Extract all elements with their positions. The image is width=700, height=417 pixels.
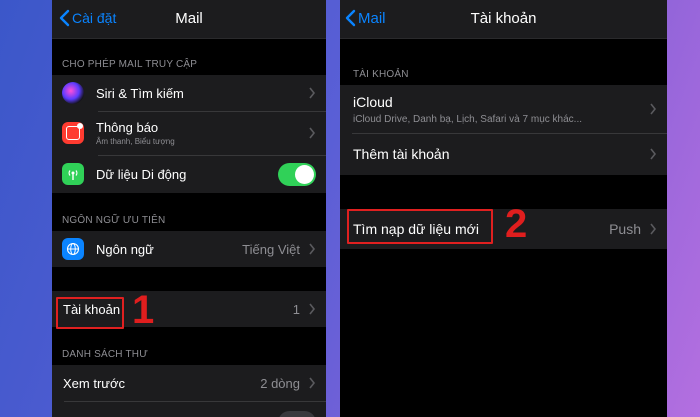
siri-icon bbox=[62, 82, 84, 104]
icloud-row[interactable]: iCloud iCloud Drive, Danh bạ, Lịch, Safa… bbox=[340, 85, 667, 133]
add-account-row[interactable]: Thêm tài khoản bbox=[340, 133, 667, 175]
section-header-message-list: DANH SÁCH THƯ bbox=[62, 349, 148, 360]
language-value: Tiếng Việt bbox=[242, 241, 300, 257]
icloud-label: iCloud bbox=[353, 93, 393, 110]
language-group: Ngôn ngữ Tiếng Việt bbox=[52, 231, 326, 267]
preview-row[interactable]: Xem trước 2 dòng bbox=[52, 365, 326, 401]
highlight-box-accounts bbox=[56, 297, 124, 329]
notifications-label: Thông báo bbox=[96, 120, 159, 135]
chevron-right-icon bbox=[309, 243, 316, 255]
chevron-right-icon bbox=[309, 87, 316, 99]
chevron-right-icon bbox=[650, 223, 657, 235]
step-number-1: 1 bbox=[132, 288, 155, 332]
section-header-language: NGÔN NGỮ ƯU TIÊN bbox=[62, 215, 166, 226]
chevron-right-icon bbox=[650, 148, 657, 160]
next-row-partial bbox=[52, 401, 326, 417]
preview-label: Xem trước bbox=[63, 375, 126, 391]
accounts-list-group: iCloud iCloud Drive, Danh bạ, Lịch, Safa… bbox=[340, 85, 667, 175]
chevron-right-icon bbox=[650, 103, 657, 115]
language-row[interactable]: Ngôn ngữ Tiếng Việt bbox=[52, 231, 326, 267]
access-group: Siri & Tìm kiếm Thông báo Âm thanh, Biểu… bbox=[52, 75, 326, 193]
chevron-right-icon bbox=[309, 127, 316, 139]
step-number-2: 2 bbox=[505, 202, 528, 246]
cellular-antenna-icon bbox=[62, 163, 84, 185]
chevron-right-icon bbox=[309, 377, 316, 389]
cellular-data-toggle[interactable] bbox=[278, 163, 316, 186]
icloud-sublabel: iCloud Drive, Danh bạ, Lịch, Safari và 7… bbox=[353, 113, 582, 125]
nav-bar: Mail Tài khoản bbox=[340, 0, 667, 39]
partial-toggle[interactable] bbox=[278, 411, 316, 417]
section-header-accounts: TÀI KHOẢN bbox=[353, 69, 409, 80]
globe-icon bbox=[62, 238, 84, 260]
notifications-icon bbox=[62, 122, 84, 144]
cellular-data-row: Dữ liệu Di động bbox=[52, 155, 326, 193]
page-title: Tài khoản bbox=[470, 10, 537, 27]
cellular-label: Dữ liệu Di động bbox=[96, 166, 187, 182]
language-label: Ngôn ngữ bbox=[96, 241, 154, 257]
nav-bar: Cài đặt Mail bbox=[52, 0, 326, 39]
section-header-access: CHO PHÉP MAIL TRUY CẬP bbox=[62, 59, 198, 70]
siri-search-row[interactable]: Siri & Tìm kiếm bbox=[52, 75, 326, 111]
preview-value: 2 dòng bbox=[260, 375, 300, 391]
fetch-value: Push bbox=[609, 221, 641, 237]
chevron-right-icon bbox=[309, 303, 316, 315]
page-title: Mail bbox=[175, 10, 203, 27]
accounts-count: 1 bbox=[292, 301, 300, 317]
notifications-sublabel: Âm thanh, Biểu tượng bbox=[96, 137, 175, 146]
mail-settings-screen: Cài đặt Mail CHO PHÉP MAIL TRUY CẬP Siri… bbox=[52, 0, 326, 417]
highlight-box-fetch bbox=[347, 209, 493, 244]
siri-label: Siri & Tìm kiếm bbox=[96, 85, 184, 101]
notifications-row[interactable]: Thông báo Âm thanh, Biểu tượng bbox=[52, 111, 326, 155]
message-list-group: Xem trước 2 dòng bbox=[52, 365, 326, 417]
add-account-label: Thêm tài khoản bbox=[353, 146, 450, 162]
